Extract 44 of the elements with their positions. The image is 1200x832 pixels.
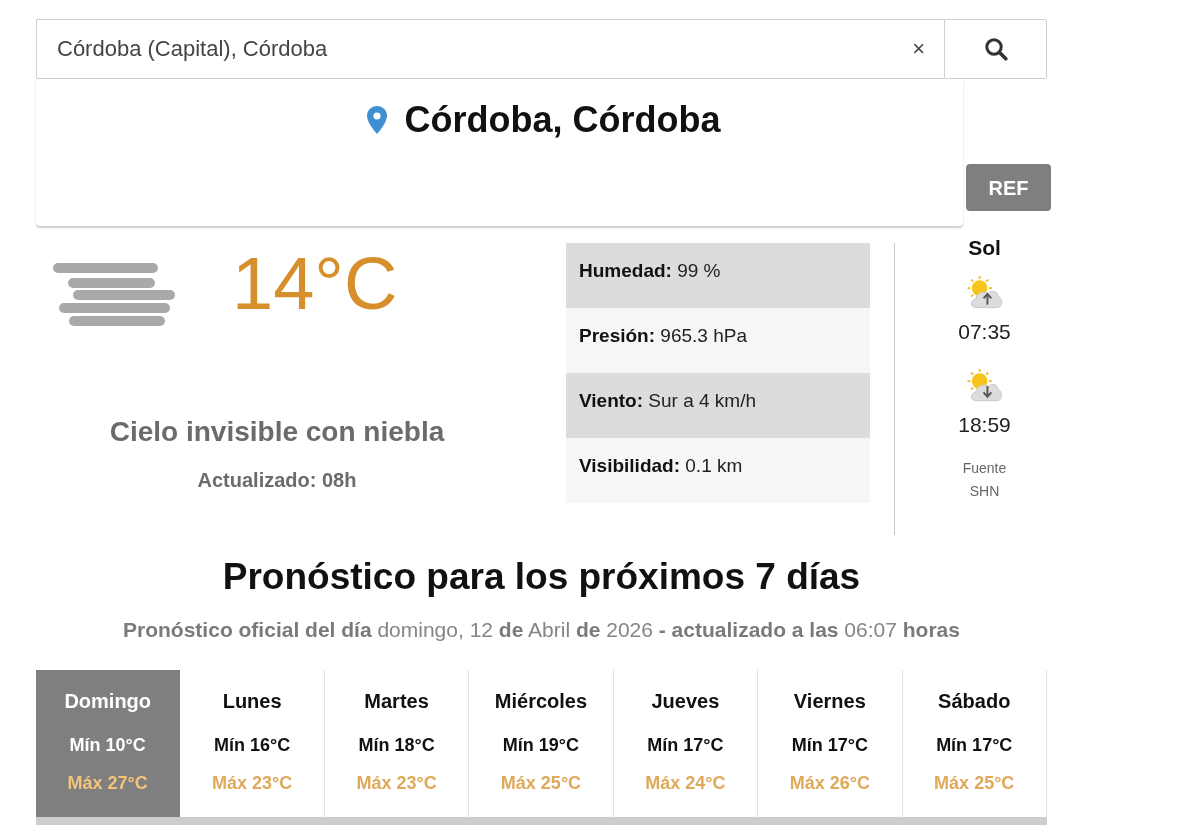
min-temperature: Mín 10°C [69, 734, 146, 756]
day-name: Sábado [938, 689, 1011, 713]
forecast-title: Pronóstico para los próximos 7 días [222, 555, 861, 599]
sun-time: 07:35 [958, 320, 1011, 344]
max-temperature: Máx 23°C [212, 772, 293, 794]
detail-text: Viento: Sur a 4 km/h [579, 389, 757, 414]
detail-text: Humedad: 99 % [579, 259, 721, 284]
max-temperature: Máx 25°C [500, 772, 582, 794]
max-temperature: Máx 27°C [67, 772, 148, 794]
max-temperature: Máx 25°C [934, 772, 1015, 794]
day-name: Domingo [64, 689, 152, 713]
max-temperature: Máx 24°C [645, 772, 726, 794]
max-temperature: Máx 26°C [789, 772, 870, 794]
day-name: Miércoles [494, 689, 588, 713]
min-temperature: Mín 18°C [358, 734, 435, 756]
weather-description: Cielo invisible con niebla [109, 415, 445, 449]
min-temperature: Mín 17°C [791, 734, 868, 756]
min-temperature: Mín 17°C [647, 734, 724, 756]
max-temperature: Máx 23°C [356, 772, 437, 794]
day-name: Martes [364, 689, 429, 713]
clear-button[interactable]: × [909, 38, 928, 60]
ref-button[interactable]: REF [966, 164, 1051, 211]
sun-cloud-up-arrow-icon [966, 276, 1003, 309]
forecast-subtitle: Pronóstico oficial del día domingo, 12 de Abril de 2026 - actualizado a las 06:07 horas [123, 617, 960, 642]
source-text: Fuente SHN [961, 459, 1008, 501]
search-button[interactable] [944, 19, 1047, 79]
day-name: Viernes [793, 689, 866, 713]
sun-cloud-down-arrow-icon [966, 369, 1003, 402]
location-title: Córdoba, Córdoba [404, 99, 721, 141]
sun-time: 18:59 [958, 413, 1011, 437]
sun-title: Sol [968, 238, 1001, 258]
temperature-reading: 14°C [232, 247, 398, 321]
min-temperature: Mín 16°C [214, 734, 291, 756]
search-icon [983, 37, 1008, 61]
min-temperature: Mín 19°C [502, 734, 580, 756]
detail-text: Presión: 965.3 hPa [579, 324, 747, 349]
location-pin-icon [366, 106, 387, 134]
detail-text: Visibilidad: 0.1 km [579, 454, 743, 479]
day-name: Jueves [651, 689, 720, 713]
updated-text: Actualizado: 08h [197, 468, 357, 492]
day-tab[interactable]: Domingo Mín 10°C Máx 27°C [36, 670, 181, 817]
min-temperature: Mín 17°C [936, 734, 1013, 756]
day-name: Lunes [222, 689, 282, 713]
fog-icon [52, 262, 177, 328]
